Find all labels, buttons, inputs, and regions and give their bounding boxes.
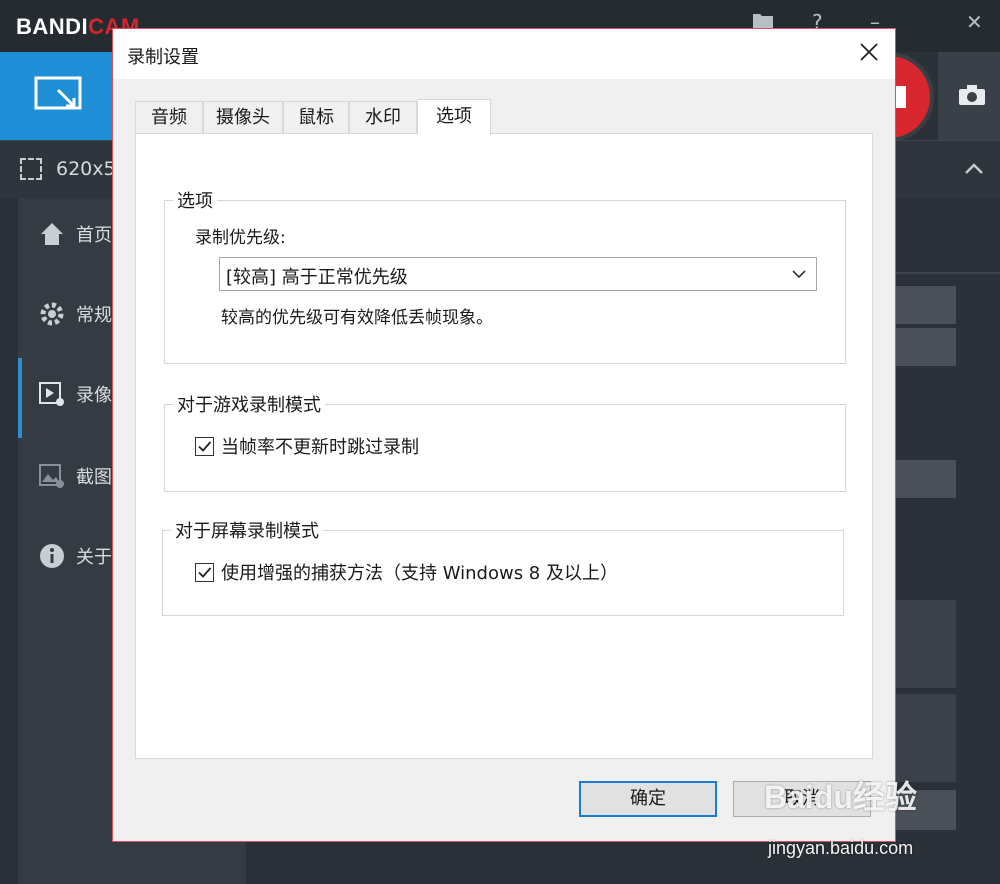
options-tab-panel: 选项 录制优先级: [较高] 高于正常优先级 较高的优先级可有效降低丢帧现象。 … <box>135 133 873 759</box>
watermark-logo: Baidu经验 <box>764 779 917 815</box>
bg-preview <box>896 694 956 782</box>
skip-frames-checkbox-row[interactable]: 当帧率不更新时跳过录制 <box>195 433 419 459</box>
chevron-up-icon[interactable] <box>964 156 984 181</box>
divider <box>896 272 1000 274</box>
bg-field <box>896 286 956 324</box>
screenshot-button[interactable] <box>938 52 1000 140</box>
options-group: 选项 录制优先级: [较高] 高于正常优先级 较高的优先级可有效降低丢帧现象。 <box>164 187 846 364</box>
enhanced-capture-label: 使用增强的捕获方法（支持 Windows 8 及以上） <box>221 563 618 584</box>
priority-hint: 较高的优先级可有效降低丢帧现象。 <box>221 308 493 328</box>
tab-mouse[interactable]: 鼠标 <box>283 101 349 133</box>
screen-rectangle-icon <box>34 76 82 110</box>
dialog-title: 录制设置 <box>127 47 199 68</box>
capture-size-text: 620x5 <box>56 158 116 180</box>
info-icon <box>38 542 66 570</box>
tab-options[interactable]: 选项 <box>417 99 491 135</box>
enhanced-capture-checkbox-row[interactable]: 使用增强的捕获方法（支持 Windows 8 及以上） <box>195 559 618 585</box>
bg-field <box>896 328 956 366</box>
dashed-rect-icon <box>20 158 42 180</box>
group-legend: 对于游戏录制模式 <box>173 391 325 417</box>
screen-mode-group: 对于屏幕录制模式 使用增强的捕获方法（支持 Windows 8 及以上） <box>162 517 844 616</box>
camera-icon <box>959 85 985 105</box>
video-settings-icon <box>38 380 66 408</box>
nav-label: 截图 <box>76 467 112 488</box>
active-nav-indicator <box>18 358 22 438</box>
priority-select[interactable]: [较高] 高于正常优先级 <box>219 257 817 291</box>
skip-frames-label: 当帧率不更新时跳过录制 <box>221 437 419 458</box>
tab-audio[interactable]: 音频 <box>135 101 203 133</box>
recording-settings-dialog: 录制设置 音频 摄像头 鼠标 水印 选项 选项 录制优先级: [较高] 高于正常… <box>112 28 896 842</box>
ok-button[interactable]: 确定 <box>579 781 717 817</box>
home-icon <box>38 220 66 248</box>
dialog-titlebar: 录制设置 <box>113 29 895 79</box>
tab-webcam[interactable]: 摄像头 <box>203 101 283 133</box>
nav-label: 常规 <box>76 305 112 326</box>
close-icon[interactable] <box>851 35 887 71</box>
baidu-watermark: Baidu经验 jingyan.baidu.com <box>756 772 986 872</box>
enhanced-capture-checkbox[interactable] <box>195 562 214 582</box>
nav-label: 关于 <box>76 547 112 568</box>
game-mode-group: 对于游戏录制模式 当帧率不更新时跳过录制 <box>164 391 846 492</box>
watermark-url: jingyan.baidu.com <box>768 838 914 858</box>
skip-frames-checkbox[interactable] <box>195 436 214 456</box>
gear-icon <box>38 300 66 328</box>
pause-icon <box>896 86 906 108</box>
bg-preview <box>896 600 956 688</box>
bg-button <box>896 460 956 498</box>
priority-select-value: [较高] 高于正常优先级 <box>226 267 408 288</box>
image-settings-icon <box>38 462 66 490</box>
chevron-down-icon <box>790 264 808 284</box>
group-legend: 选项 <box>173 187 217 213</box>
group-legend: 对于屏幕录制模式 <box>171 517 323 543</box>
tab-watermark[interactable]: 水印 <box>349 101 417 133</box>
nav-label: 录像 <box>76 385 112 406</box>
priority-label: 录制优先级: <box>195 228 286 248</box>
nav-label: 首页 <box>76 225 112 246</box>
screen-mode-button[interactable] <box>0 52 112 140</box>
app-close-icon[interactable]: ✕ <box>966 10 983 34</box>
